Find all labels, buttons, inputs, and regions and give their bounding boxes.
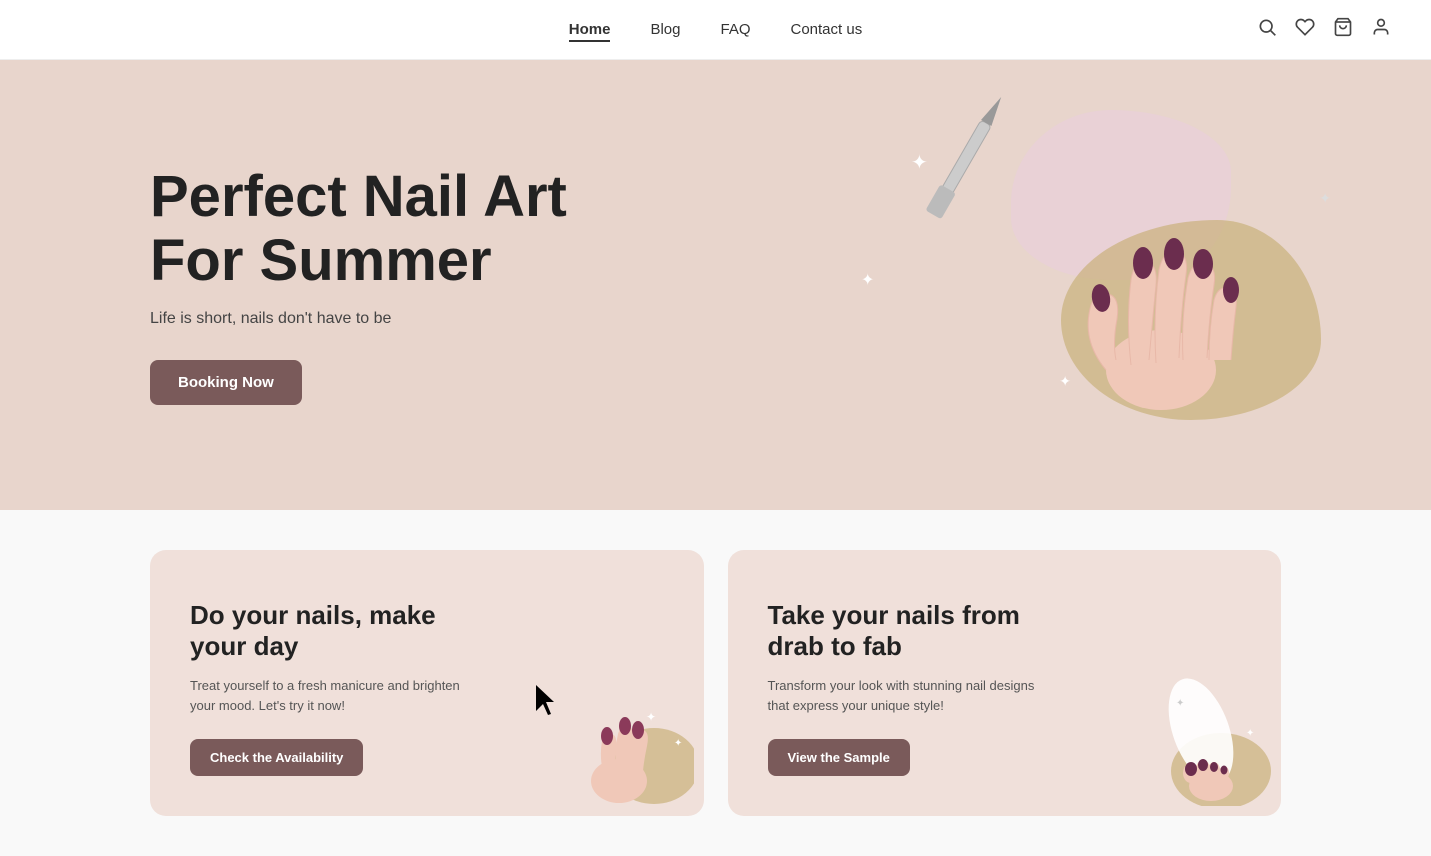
navbar: Home Blog FAQ Contact us	[0, 0, 1431, 60]
card-1: Do your nails, make your day Treat yours…	[150, 550, 704, 816]
card-2-text: Take your nails from drab to fab Transfo…	[768, 600, 1052, 776]
card-1-title: Do your nails, make your day	[190, 600, 474, 662]
heart-icon[interactable]	[1295, 17, 1315, 42]
hero-svg	[851, 90, 1351, 450]
view-sample-button[interactable]: View the Sample	[768, 739, 910, 776]
nav-item-home[interactable]: Home	[569, 21, 611, 39]
nav-link-blog[interactable]: Blog	[650, 21, 680, 38]
nav-icons	[1257, 17, 1391, 42]
hero-subtitle: Life is short, nails don't have to be	[150, 310, 670, 328]
nav-item-contact[interactable]: Contact us	[791, 21, 863, 39]
card-1-text: Do your nails, make your day Treat yours…	[190, 600, 474, 776]
cursor-icon	[536, 685, 564, 726]
check-availability-button[interactable]: Check the Availability	[190, 739, 363, 776]
nav-link-home[interactable]: Home	[569, 21, 611, 42]
nav-links: Home Blog FAQ Contact us	[569, 21, 862, 39]
booking-now-button[interactable]: Booking Now	[150, 360, 302, 405]
svg-text:✦: ✦	[1176, 698, 1184, 709]
nav-link-faq[interactable]: FAQ	[720, 21, 750, 38]
cards-section: Do your nails, make your day Treat yours…	[0, 510, 1431, 856]
card-1-illustration: ✦ ✦	[554, 676, 694, 806]
card-2: Take your nails from drab to fab Transfo…	[728, 550, 1282, 816]
hero-section: Perfect Nail Art For Summer Life is shor…	[0, 60, 1431, 510]
card-2-illustration: ✦ ✦	[1131, 676, 1271, 806]
search-icon[interactable]	[1257, 17, 1277, 42]
hero-title: Perfect Nail Art For Summer	[150, 165, 670, 293]
svg-text:✦: ✦	[674, 738, 682, 749]
svg-text:✦: ✦	[646, 710, 656, 724]
nav-item-faq[interactable]: FAQ	[720, 21, 750, 39]
card-1-desc: Treat yourself to a fresh manicure and b…	[190, 676, 474, 715]
hero-illustration: ✦ ✦ ✦ ✦	[851, 90, 1351, 450]
bag-icon[interactable]	[1333, 17, 1353, 42]
nav-link-contact[interactable]: Contact us	[791, 21, 863, 38]
card-2-title: Take your nails from drab to fab	[768, 600, 1052, 662]
card-2-desc: Transform your look with stunning nail d…	[768, 676, 1052, 715]
svg-text:✦: ✦	[1246, 728, 1254, 739]
hero-content: Perfect Nail Art For Summer Life is shor…	[150, 165, 670, 406]
nav-item-blog[interactable]: Blog	[650, 21, 680, 39]
user-icon[interactable]	[1371, 17, 1391, 42]
